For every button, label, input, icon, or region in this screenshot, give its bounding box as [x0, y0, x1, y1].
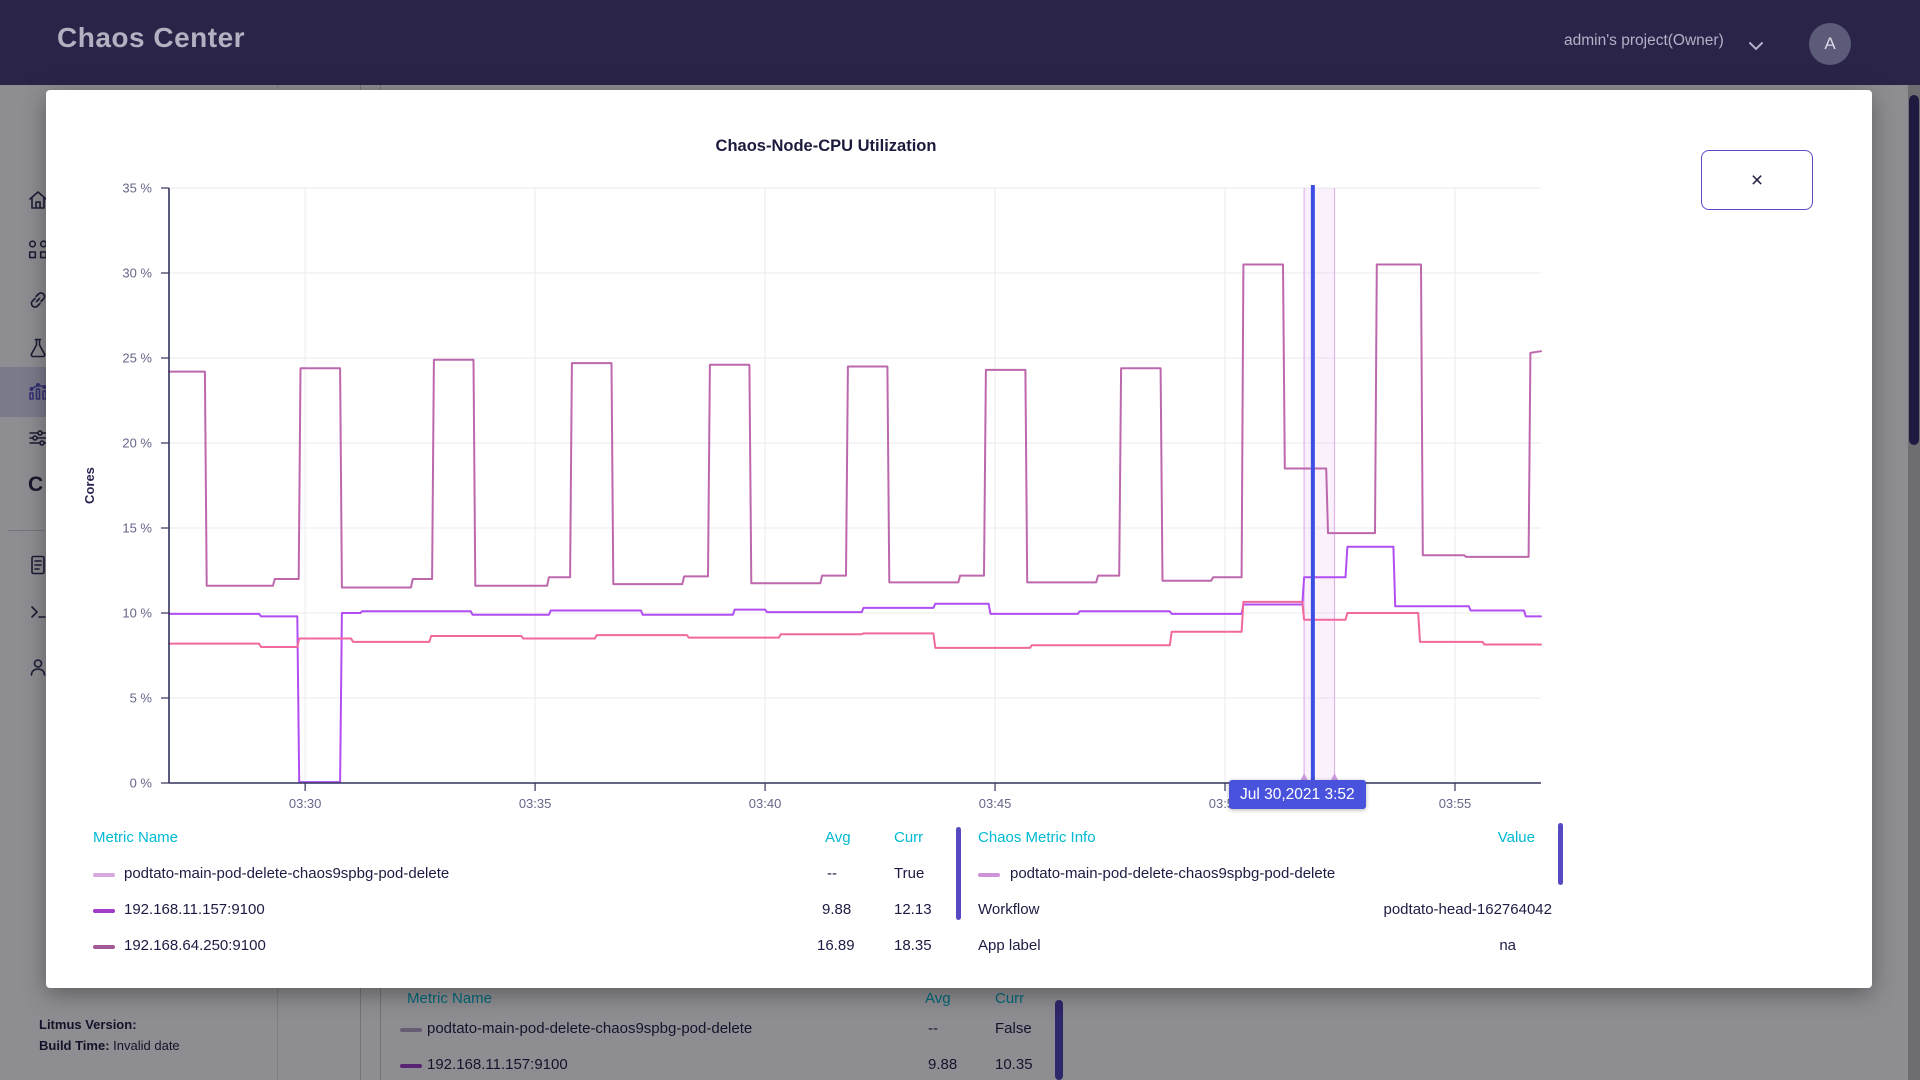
- legend-scrollbar[interactable]: [956, 827, 961, 920]
- legend-row-curr: 12.13: [894, 901, 932, 918]
- chevron-down-icon[interactable]: [1748, 38, 1764, 56]
- y-tick-label: 25 %: [122, 351, 152, 366]
- series-line-0: [169, 265, 1541, 588]
- legend-row-curr: 18.35: [894, 937, 932, 954]
- y-tick-label: 35 %: [122, 181, 152, 196]
- legend-row-label: podtato-main-pod-delete-chaos9spbg-pod-d…: [124, 865, 449, 882]
- legend-row-avg: 16.89: [817, 937, 855, 954]
- y-tick-label: 0 %: [130, 776, 153, 791]
- x-tick-label: 03:45: [979, 796, 1012, 811]
- series-line-1: [169, 547, 1541, 782]
- legend-row-label: 192.168.64.250:9100: [124, 937, 266, 954]
- close-button[interactable]: ×: [1701, 150, 1813, 210]
- node-cpu-utilization-modal: Chaos-Node-CPU Utilization × 0 %5 %10 %1…: [46, 90, 1872, 988]
- y-tick-label: 5 %: [130, 691, 153, 706]
- col-metric-name: Metric Name: [93, 829, 178, 846]
- chaos-metric-name: podtato-main-pod-delete-chaos9spbg-pod-d…: [1010, 865, 1335, 882]
- workflow-label: Workflow: [978, 901, 1039, 918]
- chaos-info-scrollbar[interactable]: [1558, 823, 1563, 885]
- y-tick-label: 10 %: [122, 606, 152, 621]
- legend-row-avg: 9.88: [822, 901, 851, 918]
- x-tick-label: 03:30: [289, 796, 322, 811]
- series-dash: [93, 873, 115, 877]
- col-curr: Curr: [894, 829, 923, 846]
- y-tick-label: 30 %: [122, 266, 152, 281]
- x-tick-label: 03:35: [519, 796, 552, 811]
- cpu-utilization-chart[interactable]: 0 % 5 % 10 % 15 % 20 % 25 % 30 % 35 % 03:30 03:35…: [46, 90, 1606, 830]
- app-label-label: App label: [978, 937, 1041, 954]
- series-dash: [93, 909, 115, 913]
- y-tick-label: 20 %: [122, 436, 152, 451]
- legend-row-label: 192.168.11.157:9100: [124, 901, 265, 918]
- col-chaos-metric-info: Chaos Metric Info: [978, 829, 1096, 846]
- y-tick-label: 15 %: [122, 521, 152, 536]
- close-icon: ×: [1751, 170, 1763, 191]
- y-axis-title: Cores: [82, 467, 97, 504]
- legend-row-avg: --: [827, 865, 837, 882]
- legend-row-curr: True: [894, 865, 924, 882]
- avatar[interactable]: A: [1809, 23, 1851, 65]
- workflow-value: podtato-head-162764042: [1252, 901, 1552, 918]
- series-dash: [978, 873, 1000, 877]
- chaos-band: [1304, 188, 1334, 783]
- x-tick-label: 03:40: [749, 796, 782, 811]
- app-label-value: na: [1216, 937, 1516, 954]
- app-title: Chaos Center: [57, 22, 245, 54]
- col-avg: Avg: [825, 829, 851, 846]
- series-dash: [93, 945, 115, 949]
- x-tick-label: 03:55: [1439, 796, 1472, 811]
- series-line-2: [169, 602, 1541, 648]
- project-selector[interactable]: admin's project(Owner): [1564, 32, 1724, 50]
- col-value: Value: [1435, 829, 1535, 846]
- chart-cursor-tooltip: Jul 30,2021 3:52: [1229, 780, 1366, 809]
- app-header: Chaos Center admin's project(Owner) A: [0, 0, 1920, 85]
